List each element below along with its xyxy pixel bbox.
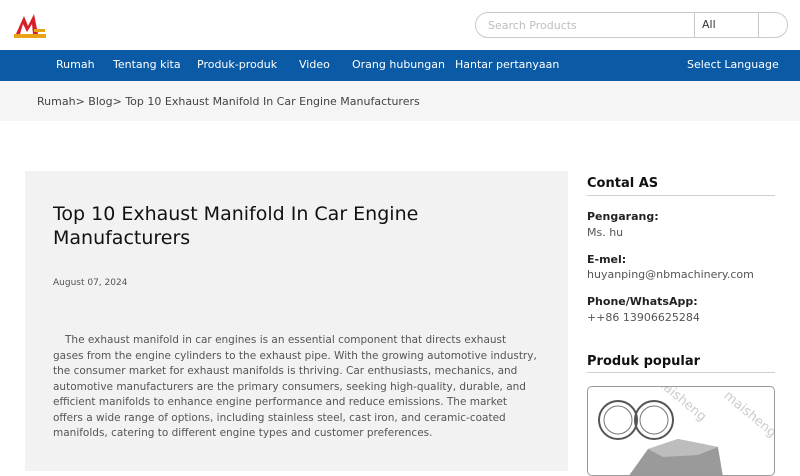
popular-products-heading: Produk popular <box>587 354 701 369</box>
email-label: E-mel: <box>587 253 627 266</box>
heading-divider <box>587 195 775 196</box>
search-scope-select[interactable]: All <box>702 18 716 31</box>
search-input[interactable] <box>488 13 693 37</box>
company-logo[interactable] <box>14 12 46 40</box>
breadcrumb-home[interactable]: Rumah <box>37 95 76 108</box>
top-header: All <box>0 0 800 50</box>
popular-product-image[interactable]: maisheng maisheng <box>587 386 775 476</box>
sidebar: Contal AS Pengarang: Ms. hu E-mel: huyan… <box>587 176 775 476</box>
article-body: The exhaust manifold in car engines is a… <box>53 334 537 439</box>
search-divider <box>694 13 695 37</box>
breadcrumb-current: Top 10 Exhaust Manifold In Car Engine Ma… <box>125 95 420 108</box>
nav-item-contact[interactable]: Orang hubungan <box>352 58 445 71</box>
language-selector[interactable]: Select Language <box>687 58 779 71</box>
nav-item-video[interactable]: Video <box>299 58 330 71</box>
phone-value[interactable]: ++86 13906625284 <box>587 311 700 324</box>
article-date: August 07, 2024 <box>53 278 128 288</box>
nav-item-inquiry[interactable]: Hantar pertanyaan <box>455 58 559 71</box>
nav-item-home[interactable]: Rumah <box>56 58 95 71</box>
breadcrumb: Rumah> Blog> Top 10 Exhaust Manifold In … <box>37 95 420 108</box>
email-value[interactable]: huyanping@nbmachinery.com <box>587 268 754 281</box>
breadcrumb-separator: > <box>112 95 122 108</box>
breadcrumb-bar: Rumah> Blog> Top 10 Exhaust Manifold In … <box>0 81 800 121</box>
nav-item-products[interactable]: Produk-produk <box>197 58 277 71</box>
heading-divider <box>587 372 775 373</box>
contact-heading: Contal AS <box>587 176 659 191</box>
nav-item-about[interactable]: Tentang kita <box>113 58 181 71</box>
search-icon <box>759 13 787 37</box>
article-title: Top 10 Exhaust Manifold In Car Engine Ma… <box>53 203 419 249</box>
search-bar: All <box>475 12 788 38</box>
search-button[interactable] <box>759 13 787 37</box>
article-card: Top 10 Exhaust Manifold In Car Engine Ma… <box>25 171 568 471</box>
logo-icon <box>14 14 46 38</box>
breadcrumb-separator: > <box>75 95 85 108</box>
main-nav: Rumah Tentang kita Produk-produk Video O… <box>0 50 800 81</box>
breadcrumb-blog[interactable]: Blog <box>88 95 112 108</box>
phone-label: Phone/WhatsApp: <box>587 295 698 308</box>
author-value: Ms. hu <box>587 226 624 239</box>
author-label: Pengarang: <box>587 210 659 223</box>
